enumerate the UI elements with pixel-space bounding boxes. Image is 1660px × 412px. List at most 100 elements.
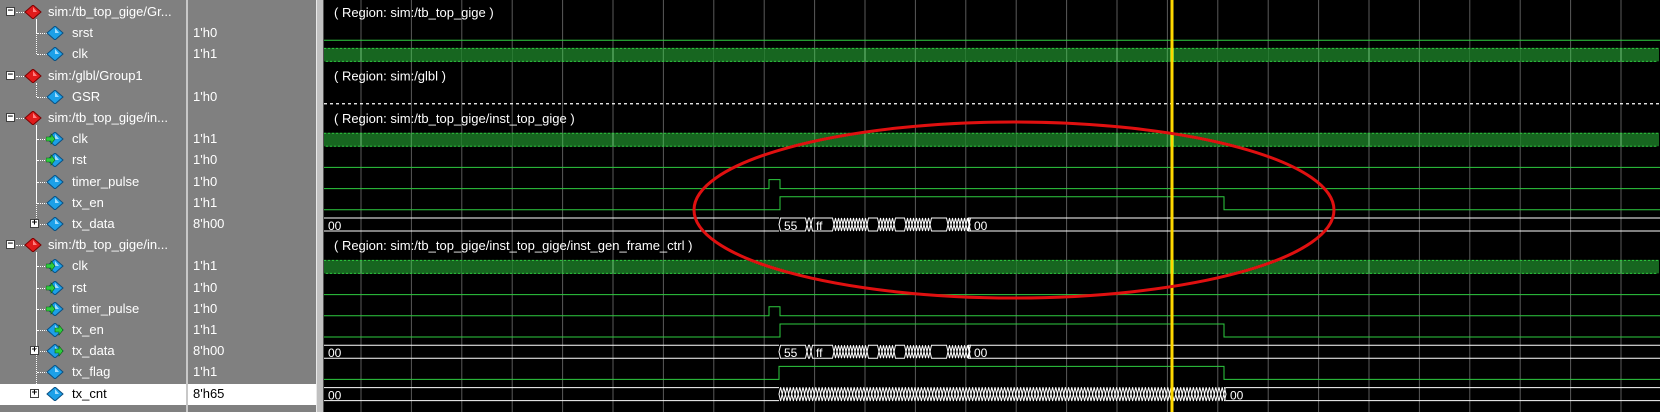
tree-line — [16, 245, 24, 247]
collapse-toggle[interactable]: − — [6, 7, 15, 16]
waveform-pane[interactable]: ( Region: sim:/tb_top_gige ) ( Region: si… — [324, 0, 1660, 412]
signal-row-clk[interactable]: clk — [0, 252, 186, 277]
signal-diamond-icon — [46, 89, 64, 105]
signal-row-rst[interactable]: rst — [0, 125, 186, 171]
signal-value: 8'h65 — [193, 385, 225, 401]
signal-value: 1'h1 — [193, 258, 218, 274]
bus-value-label: ff — [816, 219, 823, 233]
red-diamond-icon — [24, 67, 42, 84]
wave-sim-glbl-group1[interactable]: ( Region: sim:/glbl ) — [334, 69, 446, 84]
signal-name: tx_data — [72, 216, 115, 231]
signal-name: tx_data — [72, 343, 115, 359]
signal-value: 1'h0 — [193, 88, 218, 104]
signal-value: 1'h0 — [193, 300, 218, 316]
value-row: 1'h0 — [188, 150, 316, 171]
output-arrow-icon — [46, 343, 64, 359]
signal-row-tx-en[interactable]: tx_en — [0, 125, 186, 214]
signal-name: tx_flag — [72, 364, 111, 380]
value-row: 1'h0 — [188, 23, 316, 44]
value-row — [188, 66, 316, 87]
bus-value-label: 55 — [784, 346, 798, 360]
signal-value: 1'h1 — [193, 194, 218, 210]
signal-row-clk[interactable]: clk — [0, 19, 186, 65]
collapse-toggle[interactable]: − — [6, 113, 15, 122]
signal-value: 1'h1 — [193, 131, 218, 147]
value-row: 1'h0 — [188, 299, 316, 320]
signal-name-pane[interactable]: − sim:/tb_top_gige/Gr... srst clk − sim:/glbl… — [0, 0, 186, 412]
value-row: 8'h00 — [188, 341, 316, 362]
region-label: ( Region: sim:/tb_top_gige/inst_top_gige… — [334, 111, 575, 126]
signal-diamond-icon — [46, 46, 64, 63]
signal-row-srst[interactable]: srst — [0, 19, 186, 44]
value-row: 1'h1 — [188, 44, 316, 65]
signal-row-tx-flag[interactable]: tx_flag — [0, 252, 186, 383]
group-row[interactable]: − sim:/tb_top_gige/in... — [0, 235, 186, 256]
signal-name: sim:/tb_top_gige/Gr... — [48, 4, 172, 19]
signal-value: 1'h1 — [193, 322, 218, 337]
bus-value-label: 55 — [784, 219, 798, 233]
region-label: ( Region: sim:/tb_top_gige ) — [334, 5, 494, 20]
value-row: 8'h65 — [188, 383, 316, 405]
signal-row-rst[interactable]: rst — [0, 252, 186, 299]
tree-line — [16, 75, 24, 77]
bus-value-label: 00 — [974, 346, 988, 360]
bus-value-label: ff — [816, 346, 823, 360]
signal-name: timer_pulse — [72, 173, 140, 189]
signal-row-tx-cnt[interactable]: + tx_cnt — [0, 252, 186, 405]
input-arrow-icon — [45, 131, 64, 147]
value-row: 1'h1 — [188, 129, 316, 150]
group-row[interactable]: − sim:/glbl/Group1 — [0, 66, 186, 87]
signal-name: sim:/tb_top_gige/in... — [48, 237, 168, 253]
signal-value: 8'h00 — [193, 216, 225, 231]
signal-row-clk[interactable]: clk — [0, 125, 186, 150]
signal-row-tx-data[interactable]: + tx_data — [0, 252, 186, 362]
signal-row-gsr[interactable]: GSR — [0, 82, 186, 108]
group-row[interactable]: − sim:/tb_top_gige/Gr... — [0, 2, 186, 23]
expand-toggle[interactable]: + — [30, 346, 39, 356]
signal-row-tx-data[interactable]: + tx_data — [0, 125, 186, 235]
input-arrow-icon — [45, 301, 64, 317]
signal-value: 1'h0 — [193, 152, 218, 168]
wave-pane-splitter[interactable] — [316, 0, 324, 412]
signal-diamond-icon — [46, 195, 64, 211]
signal-name: sim:/tb_top_gige/in... — [48, 110, 168, 125]
signal-diamond-icon — [46, 364, 64, 381]
wave-sim-tb-top-gige-in[interactable]: ( Region: sim:/tb_top_gige/inst_top_gige… — [334, 238, 692, 253]
expand-toggle[interactable]: + — [30, 388, 39, 398]
expand-toggle[interactable]: + — [30, 219, 39, 228]
value-row: 1'h0 — [188, 172, 316, 193]
value-row — [188, 108, 316, 129]
signal-row-timer-pulse[interactable]: timer_pulse — [0, 252, 186, 320]
signal-row-tx-en[interactable]: tx_en — [0, 252, 186, 341]
signal-name: tx_en — [72, 322, 104, 337]
region-label: ( Region: sim:/tb_top_gige/inst_top_gige… — [334, 238, 692, 253]
bus-value-label: 00 — [1230, 389, 1244, 403]
signal-value: 1'h0 — [193, 25, 218, 41]
input-arrow-icon — [45, 279, 64, 296]
input-arrow-icon — [45, 258, 64, 275]
tree-line — [36, 19, 37, 55]
value-row: 1'h0 — [188, 278, 316, 299]
signal-name: clk — [72, 46, 88, 62]
signal-row-timer-pulse[interactable]: timer_pulse — [0, 125, 186, 193]
signal-diamond-icon — [46, 173, 64, 190]
signal-name: clk — [72, 258, 88, 274]
collapse-toggle[interactable]: − — [6, 70, 15, 80]
wave-sim-tb-top-gige-gr[interactable]: ( Region: sim:/tb_top_gige ) — [334, 5, 494, 20]
value-row: 1'h1 — [188, 193, 316, 214]
signal-name: clk — [72, 131, 88, 147]
value-row — [188, 2, 316, 23]
collapse-toggle[interactable]: − — [6, 240, 15, 250]
signal-value: 1'h0 — [193, 279, 218, 295]
tree-line — [16, 118, 24, 119]
signal-value: 1'h1 — [193, 46, 218, 62]
signal-diamond-icon — [46, 25, 64, 41]
value-row: 1'h1 — [188, 256, 316, 277]
signal-name: timer_pulse — [72, 300, 140, 316]
group-row[interactable]: − sim:/tb_top_gige/in... — [0, 108, 186, 129]
wave-sim-tb-top-gige-in[interactable]: ( Region: sim:/tb_top_gige/inst_top_gige… — [334, 111, 575, 126]
tree-line — [36, 252, 37, 394]
signal-name: tx_en — [72, 194, 104, 210]
value-row: 8'h00 — [188, 214, 316, 235]
tree-line — [36, 82, 37, 97]
